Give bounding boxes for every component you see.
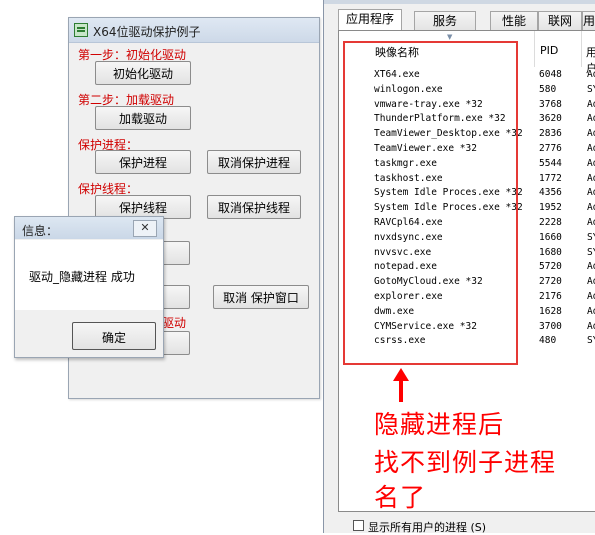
cancel-protect-thread-button[interactable]: 取消保护线程 [207, 195, 301, 219]
init-driver-button[interactable]: 初始化驱动 [95, 61, 191, 85]
process-user: Admi [587, 320, 595, 332]
process-pid: 480 [539, 335, 557, 347]
message-text: 驱动_隐藏进程 成功 [29, 270, 135, 284]
tab-applications[interactable]: 应用程序 [338, 9, 402, 31]
process-pid: 3620 [539, 113, 562, 125]
process-pid: 3700 [539, 320, 562, 332]
process-user: Admi [587, 69, 595, 80]
message-box-title: 信息： [22, 224, 59, 238]
process-user: Admi [587, 113, 595, 125]
process-user: Admi [587, 202, 595, 214]
menu-bar-edge [324, 0, 595, 4]
process-pid: 3768 [539, 98, 562, 110]
annotation-line-3: 名了 [374, 483, 427, 512]
process-pid: 4356 [539, 187, 562, 199]
sort-arrow-icon: ▼ [447, 33, 453, 41]
window-title: X64位驱动保护例子 [93, 25, 201, 39]
process-user: SYST [587, 335, 595, 347]
annotation-line-1: 隐藏进程后 [374, 410, 505, 439]
app-icon [74, 23, 88, 37]
message-box-titlebar[interactable]: 信息： ✕ [15, 217, 163, 239]
process-user: Admi [587, 143, 595, 154]
protect-process-button[interactable]: 保护进程 [95, 150, 191, 174]
info-message-box: 信息： ✕ 驱动_隐藏进程 成功 确定 [14, 216, 164, 358]
process-pid: 580 [539, 83, 557, 95]
process-user: Admi [587, 305, 595, 317]
process-user: Admi [587, 157, 595, 169]
process-pid: 1680 [539, 246, 562, 258]
tab-services[interactable]: 服务 [414, 11, 476, 30]
process-user: Admi [587, 98, 595, 110]
process-pid: 2836 [539, 128, 562, 140]
column-pid[interactable]: PID [540, 44, 558, 57]
load-driver-button[interactable]: 加载驱动 [95, 106, 191, 130]
window-titlebar[interactable]: X64位驱动保护例子 [69, 18, 319, 43]
process-pid: 2176 [539, 291, 562, 302]
process-pid: 1660 [539, 231, 562, 243]
process-user: SYST [587, 83, 595, 95]
process-user: Admi [587, 291, 595, 302]
cancel-protect-window-button[interactable]: 取消 保护窗口 [213, 285, 309, 309]
process-pid: 1628 [539, 305, 562, 317]
process-pid: 2228 [539, 217, 562, 228]
column-divider [581, 31, 582, 67]
annotation-line-2: 找不到例子进程 [374, 448, 557, 477]
arrow-up-icon [393, 368, 409, 402]
process-user: Admi [587, 128, 595, 140]
process-pid: 2776 [539, 143, 562, 154]
process-pid: 5720 [539, 261, 562, 273]
process-pid: 1772 [539, 172, 562, 184]
process-user: Admi [587, 172, 595, 184]
process-pid: 5544 [539, 157, 562, 169]
highlight-rectangle [343, 41, 518, 365]
process-pid: 1952 [539, 202, 562, 214]
partial-red-label: 驱动 [162, 316, 187, 330]
process-user: Admi [587, 276, 595, 288]
show-all-users-checkbox[interactable] [353, 520, 364, 531]
message-box-body: 驱动_隐藏进程 成功 [15, 240, 163, 310]
ok-button[interactable]: 确定 [72, 322, 156, 350]
tab-users[interactable]: 用 [582, 11, 595, 30]
tab-performance[interactable]: 性能 [490, 11, 538, 30]
cancel-protect-process-button[interactable]: 取消保护进程 [207, 150, 301, 174]
column-divider [534, 31, 535, 67]
process-pid: 2720 [539, 276, 562, 288]
process-user: Admi [587, 217, 595, 228]
process-pid: 6048 [539, 69, 562, 80]
process-user: Admi [587, 187, 595, 199]
tab-networking[interactable]: 联网 [538, 11, 582, 30]
process-user: Admi [587, 261, 595, 273]
close-icon[interactable]: ✕ [133, 220, 157, 237]
process-user: SYST [587, 231, 595, 243]
process-user: SYST [587, 246, 595, 258]
